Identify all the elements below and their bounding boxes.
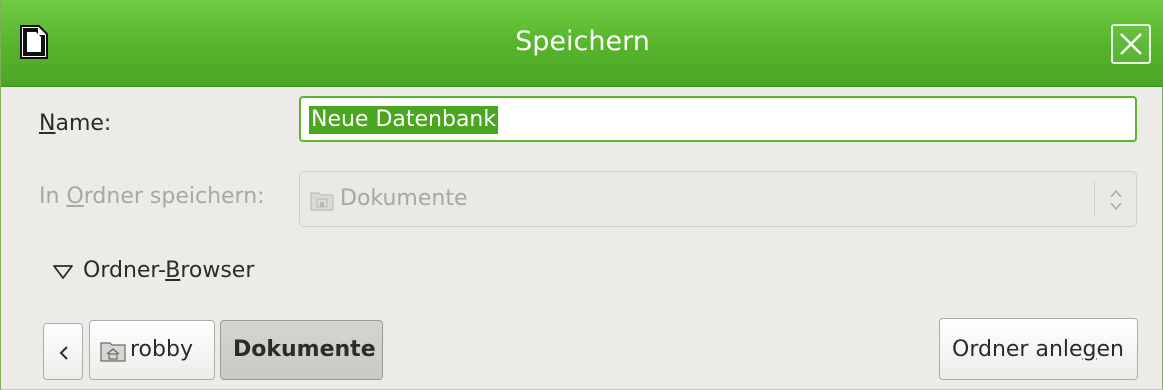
create-folder-button[interactable]: Ordner anlegen xyxy=(939,318,1138,380)
save-in-folder-value: Dokumente xyxy=(340,186,468,211)
folder-browser-label: Ordner-Browser xyxy=(83,258,255,283)
home-folder-icon xyxy=(100,340,126,362)
up-down-arrows-icon xyxy=(1108,186,1124,214)
create-folder-label: Ordner anlegen xyxy=(952,337,1124,362)
breadcrumb-label: Dokumente xyxy=(233,337,376,362)
save-dialog: Speichern Name: Neue Datenbank In Ordner… xyxy=(0,0,1163,390)
title-bar[interactable]: Speichern xyxy=(1,0,1163,87)
triangle-down-icon xyxy=(53,264,73,279)
name-label: Name: xyxy=(39,111,112,136)
path-back-button[interactable] xyxy=(43,323,83,380)
chevron-left-icon xyxy=(59,346,68,360)
close-button[interactable] xyxy=(1111,24,1151,64)
breadcrumb-dokumente[interactable]: Dokumente xyxy=(220,320,383,380)
window-title: Speichern xyxy=(515,26,650,57)
breadcrumb-label: robby xyxy=(130,337,193,362)
save-in-folder-label: In Ordner speichern: xyxy=(39,184,265,209)
combobox-separator xyxy=(1094,182,1095,216)
breadcrumb-robby[interactable]: robby xyxy=(89,320,215,380)
close-icon xyxy=(1120,33,1142,55)
save-in-folder-combobox[interactable]: Dokumente xyxy=(299,171,1137,227)
name-field-value: Neue Datenbank xyxy=(309,106,499,134)
name-field[interactable]: Neue Datenbank xyxy=(299,96,1137,142)
folder-icon xyxy=(310,189,334,211)
